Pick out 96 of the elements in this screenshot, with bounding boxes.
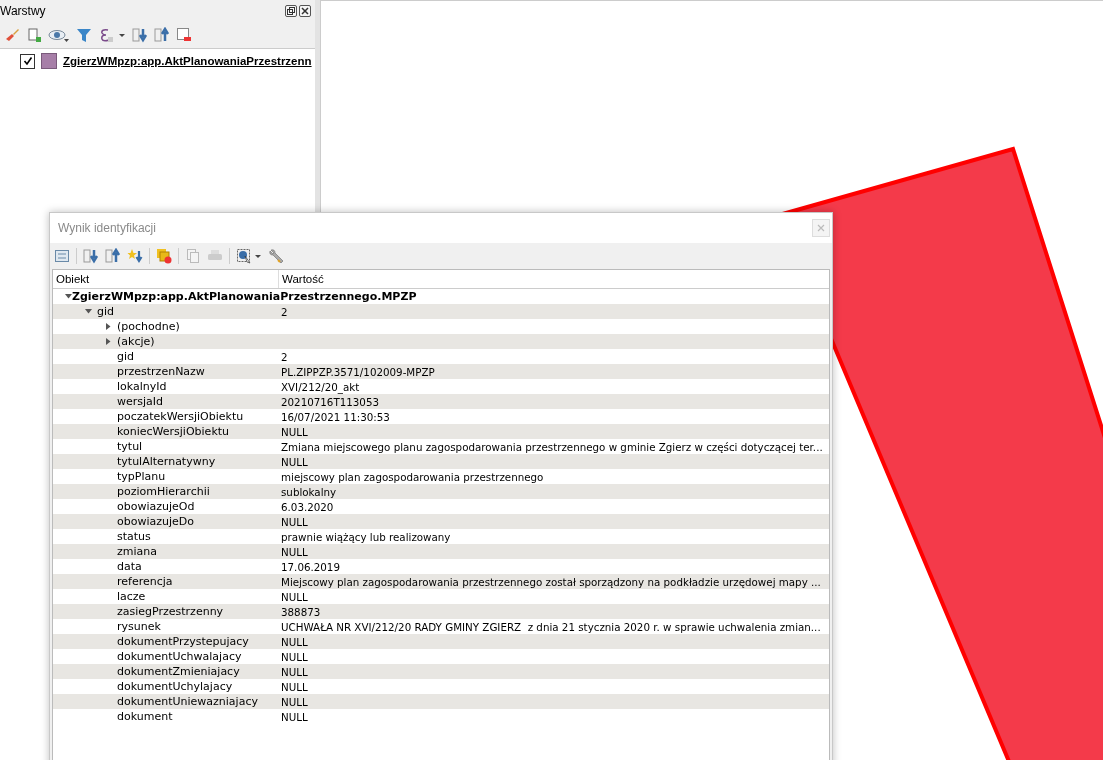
attribute-value: 17.06.2019 [280,560,341,573]
attribute-name[interactable]: przestrzenNazw [117,365,205,378]
attribute-name[interactable]: tytulAlternatywny [117,455,216,468]
attribute-name[interactable]: poczatekWersjiObiektu [117,410,244,423]
attribute-name[interactable]: obowiazujeOd [117,500,195,513]
collapse-all-icon [105,248,121,264]
identify-cursor-icon [236,248,262,264]
attribute-name[interactable]: zmiana [117,545,157,558]
attribute-name[interactable]: wersjaId [117,395,164,408]
attribute-name[interactable]: gid [97,305,115,318]
attribute-value: 2 [280,305,289,318]
attribute-value: NULL [280,455,309,468]
filter-icon [76,27,92,43]
collapse-all-button[interactable] [105,246,121,266]
window-title: Wynik identyfikacji [58,221,156,235]
attribute-name[interactable]: poziomHierarchii [117,485,210,498]
collapse-arrow-icon[interactable] [85,308,92,315]
attribute-value: 16/07/2021 11:30:53 [280,410,391,423]
attribute-name[interactable]: typPlanu [117,470,166,483]
layer-name[interactable]: ZgierzWMpzp:app.AktPlanowaniaPrzestrzenn [63,55,312,67]
layer-checkbox[interactable] [20,53,35,69]
attribute-name[interactable]: (pochodne) [117,320,180,333]
attribute-name[interactable]: obowiazujeDo [117,515,194,528]
add-group-button[interactable] [26,25,42,45]
layers-clear-icon [156,248,172,264]
collapse-all-icon [154,27,170,43]
float-icon [287,7,295,15]
expand-all-button[interactable] [83,246,99,266]
attribute-value: 6.03.2020 [280,500,335,513]
attribute-name[interactable]: koniecWersjiObiektu [117,425,230,438]
attribute-value: prawnie wiążący lub realizowany [280,530,452,543]
attribute-name[interactable]: referencja [117,575,173,588]
column-header[interactable]: Wartość [278,270,829,288]
close-icon [301,7,309,15]
form-view-icon [54,248,70,264]
attribute-name[interactable]: rysunek [117,620,161,633]
collapse-arrow-icon[interactable] [65,293,72,300]
epsilon-icon [98,27,126,43]
expand-all-icon [132,27,148,43]
close-button[interactable] [299,5,311,17]
attribute-value: 2 [280,350,289,363]
attribute-value: XVI/212/20_akt [280,380,361,393]
attribute-value: NULL [280,665,309,678]
close-icon [817,224,825,232]
attribute-value: NULL [280,710,309,723]
attribute-name[interactable]: (akcje) [117,335,155,348]
attribute-name[interactable]: gid [117,350,135,363]
expand-all-button[interactable] [132,25,148,45]
clear-results-button[interactable] [156,246,172,266]
attribute-value: NULL [280,635,309,648]
float-button[interactable] [285,5,297,17]
attribute-value: 20210716T113053 [280,395,380,408]
attribute-value: PL.ZIPPZP.3571/102009-MPZP [280,365,436,378]
identify-mode-button[interactable] [236,246,262,266]
attribute-value: Miejscowy plan zagospodarowania przestrzennego został sporządzony na podkładzie urzędowej mapy ... [280,575,822,588]
column-header[interactable]: Obiekt [53,270,278,288]
star-arrow-icon [127,248,143,264]
attribute-value: NULL [280,695,309,708]
attribute-name[interactable]: status [117,530,151,543]
remove-icon [176,27,192,43]
document-add-icon [26,27,42,43]
attribute-value: NULL [280,425,309,438]
settings-button[interactable] [268,246,284,266]
attribute-name[interactable]: dokumentUniewazniajacy [117,695,258,708]
attribute-name[interactable]: data [117,560,142,573]
eye-icon [48,27,70,43]
check-icon [22,56,33,66]
attribute-value: sublokalny [280,485,338,498]
attribute-value: Zmiana miejscowego planu zagospodarowania przestrzennego w gminie Zgierz w części dotyczącej ter... [280,440,824,453]
attribute-name[interactable]: zasiegPrzestrzenny [117,605,224,618]
attribute-name[interactable]: ZgierzWMpzp:app.AktPlanowaniaPrzestrzennego.MPZP [72,290,417,303]
wrench-icon [268,248,284,264]
attribute-value: NULL [280,680,309,693]
attribute-name[interactable]: dokumentZmieniajacy [117,665,240,678]
attribute-name[interactable]: tytul [117,440,143,453]
expand-all-icon [83,248,99,264]
layer-symbol-swatch [41,53,57,69]
brush-icon [4,27,20,43]
attribute-value: 388873 [280,605,322,618]
attribute-name[interactable]: lacze [117,590,146,603]
attribute-name[interactable]: dokumentUchwalajacy [117,650,242,663]
panel-title: Warstwy [0,4,46,18]
attribute-value: UCHWAŁA NR XVI/212/20 RADY GMINY ZGIERZ z dnia 21 stycznia 2020 r. w sprawie uchwalenia zmian... [280,620,822,633]
attribute-name[interactable]: dokumentPrzystepujacy [117,635,249,648]
attribute-name[interactable]: lokalnyId [117,380,167,393]
attribute-value: NULL [280,515,309,528]
attribute-name[interactable]: dokumentUchylajacy [117,680,233,693]
expand-arrow-icon[interactable] [105,323,112,330]
expand-arrow-icon[interactable] [105,338,112,345]
attribute-name[interactable]: dokument [117,710,173,723]
attribute-value: miejscowy plan zagospodarowania przestrzennego [280,470,545,483]
attribute-value: NULL [280,650,309,663]
copy-icon [185,248,201,264]
collapse-all-button[interactable] [154,25,170,45]
attribute-value: NULL [280,590,309,603]
attribute-value: NULL [280,545,309,558]
